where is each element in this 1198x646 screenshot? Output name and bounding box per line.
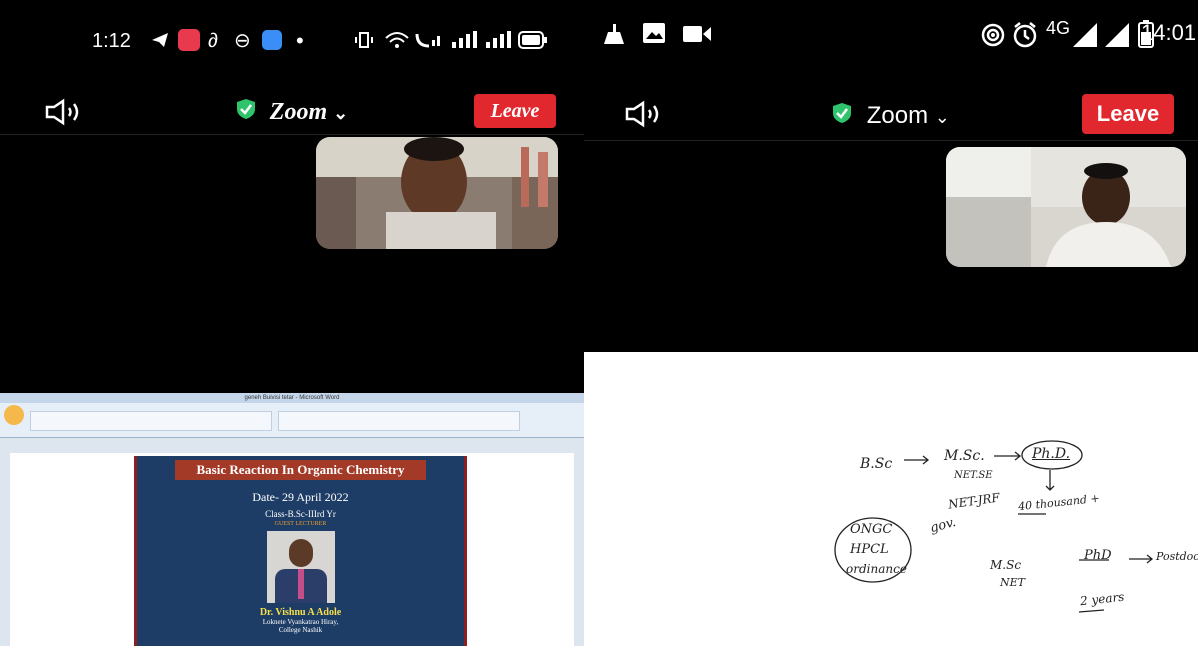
note-hpcl: HPCL bbox=[850, 542, 889, 557]
chevron-down-icon: ⌄ bbox=[934, 107, 950, 127]
slide-page: Basic Reaction In Organic Chemistry Date… bbox=[134, 456, 467, 646]
slide-heading: Basic Reaction In Organic Chemistry bbox=[175, 460, 426, 480]
right-phone-screen: 4G 14:01 Zoom ⌄ Leave B.Sc M.Sc. Ph.D. N… bbox=[584, 0, 1198, 646]
leave-button[interactable]: Leave bbox=[474, 94, 556, 128]
note-net: NET bbox=[1000, 576, 1025, 589]
word-title-bar: geneh Buivisi tetar - Microsoft Word bbox=[0, 393, 584, 403]
slide-date: Date- 29 April 2022 bbox=[252, 490, 349, 504]
note-msc: M.Sc. bbox=[944, 448, 985, 464]
network-type-label: 4G bbox=[1046, 18, 1071, 38]
word-ribbon bbox=[0, 403, 584, 438]
status-bar: 1:12 ∂ ⊖ • bbox=[0, 0, 584, 80]
presenter-photo bbox=[266, 531, 335, 603]
note-ongc: ONGC bbox=[850, 522, 893, 537]
notification-dot: • bbox=[296, 28, 304, 53]
meeting-toolbar: Zoom ⌄ Leave bbox=[0, 84, 584, 140]
note-ordinance: ordinance bbox=[846, 562, 907, 576]
participant-video-tile[interactable] bbox=[316, 137, 558, 249]
status-time: 14:01 bbox=[1141, 20, 1197, 45]
hotspot-icon bbox=[980, 22, 1006, 53]
toolbar-divider bbox=[584, 140, 1198, 141]
leave-button[interactable]: Leave bbox=[1082, 94, 1174, 134]
cloud-icon: ∂ bbox=[208, 30, 218, 52]
note-postdoc: Postdoc bbox=[1156, 550, 1198, 563]
meeting-toolbar: Zoom ⌄ Leave bbox=[584, 88, 1198, 144]
status-bar: 4G 14:01 bbox=[584, 0, 1198, 80]
slide-class: Class-B.Sc-IIIrd Yr bbox=[265, 509, 336, 519]
participant-video-tile[interactable] bbox=[946, 147, 1186, 267]
college-line-1: Loknete Vyankatrao Hiray, bbox=[262, 618, 339, 626]
chevron-down-icon: ⌄ bbox=[333, 103, 349, 123]
signal-icon-1 bbox=[1072, 22, 1098, 53]
note-phd: Ph.D. bbox=[1032, 446, 1071, 462]
blue-app-icon bbox=[262, 30, 282, 50]
meeting-title-label: Zoom bbox=[269, 99, 328, 125]
shared-screen[interactable]: geneh Buivisi tetar - Microsoft Word Bas… bbox=[0, 393, 584, 646]
cleaner-icon bbox=[600, 22, 626, 51]
shield-check-icon bbox=[832, 89, 852, 145]
signal-icon-2 bbox=[1104, 22, 1130, 53]
note-phd-2: PhD bbox=[1084, 548, 1112, 563]
slide-guest-tag: GUEST LECTURER bbox=[274, 521, 327, 527]
battery-icon bbox=[518, 31, 548, 54]
vibrate-icon bbox=[354, 30, 374, 55]
note-msc-2: M.Sc bbox=[990, 558, 1022, 572]
note-bsc: B.Sc bbox=[860, 456, 893, 472]
video-camera-icon bbox=[682, 24, 712, 49]
left-phone-screen: 1:12 ∂ ⊖ • Zoom ⌄ Leave geneh Buivisi te… bbox=[0, 0, 584, 646]
call-signal-icon bbox=[414, 30, 444, 55]
meeting-title-label: Zoom bbox=[866, 102, 929, 129]
presenter-name: Dr. Vishnu A Adole bbox=[259, 607, 342, 618]
note-net-se: NET.SE bbox=[954, 470, 993, 481]
status-time: 1:12 bbox=[92, 30, 131, 52]
alarm-icon bbox=[1012, 21, 1038, 54]
wifi-icon bbox=[384, 30, 410, 55]
whiteboard-share[interactable]: B.Sc M.Sc. Ph.D. NET.SE NET-JRF 40 thous… bbox=[584, 352, 1198, 646]
signal-icon-1 bbox=[450, 30, 480, 55]
toolbar-divider bbox=[0, 134, 584, 135]
signal-icon-2 bbox=[484, 30, 514, 55]
college-line-2: College Nashik bbox=[278, 626, 323, 634]
telegram-icon bbox=[150, 30, 170, 55]
sync-icon: ⊖ bbox=[234, 30, 251, 52]
app-notification-icon bbox=[178, 29, 200, 51]
gallery-icon bbox=[642, 22, 666, 49]
